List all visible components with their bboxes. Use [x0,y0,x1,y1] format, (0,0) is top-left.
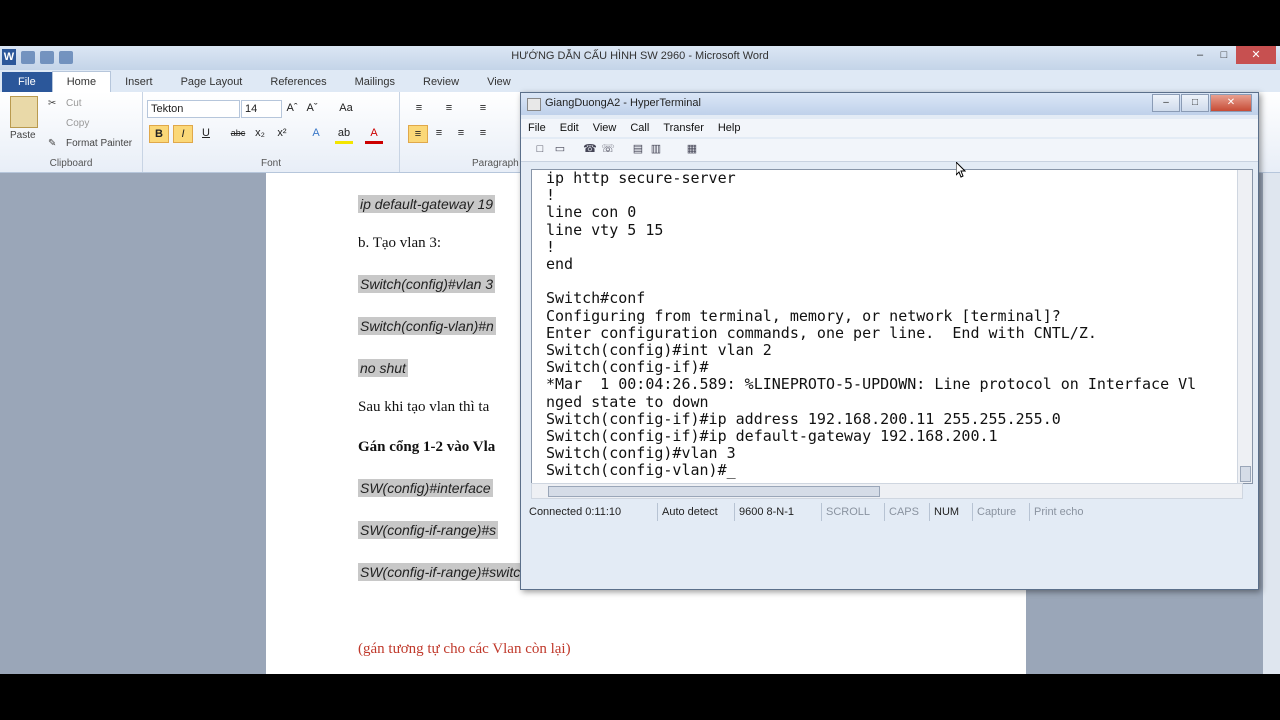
align-center-button[interactable]: ≡ [430,125,448,141]
clipboard-group-label: Clipboard [49,158,93,169]
align-right-button[interactable]: ≡ [452,125,470,141]
send-icon[interactable]: ▤ [631,143,645,156]
doc-line: no shut [358,359,408,377]
align-left-button[interactable]: ≡ [408,125,428,143]
tab-view[interactable]: View [473,72,525,92]
status-print-echo: Print echo [1034,506,1084,518]
justify-button[interactable]: ≡ [474,125,492,141]
clipboard-group: Paste ✂ Cut Copy ✎ Format Painter Clipbo… [0,92,143,172]
status-num: NUM [930,503,973,521]
shrink-font-icon[interactable]: Aˇ [303,100,321,116]
menu-edit[interactable]: Edit [553,119,586,137]
copy-button[interactable]: Copy [66,118,89,129]
status-caps: CAPS [885,503,930,521]
font-name-box[interactable]: Tekton [147,100,240,118]
paste-icon[interactable] [10,96,38,128]
hyperterminal-title-bar: GiangDuongA2 - HyperTerminal – □ ✕ [521,93,1258,115]
change-case-icon[interactable]: Aa [337,100,355,116]
italic-button[interactable]: I [173,125,193,143]
menu-help[interactable]: Help [711,119,748,137]
ht-menu-bar: File Edit View Call Transfer Help [521,119,1258,137]
call-icon[interactable]: ☎ [583,143,597,156]
doc-line: SW(config-if-range)#s [358,521,499,539]
minimize-button[interactable]: – [1188,46,1212,64]
ribbon-tabs: File Home Insert Page Layout References … [0,70,1280,92]
numbering-icon[interactable]: ≡ [440,100,458,116]
tab-file[interactable]: File [2,72,52,92]
properties-icon[interactable]: ▦ [685,143,699,156]
disconnect-icon[interactable]: ☏ [601,143,615,156]
strikethrough-button[interactable]: abc [229,125,247,141]
doc-line: Switch(config)#vlan 3 [358,275,496,293]
multilevel-list-icon[interactable]: ≡ [474,100,492,116]
ht-close-button[interactable]: ✕ [1210,94,1252,112]
document-vertical-scrollbar[interactable] [1263,173,1280,674]
status-scroll: SCROLL [822,503,885,521]
doc-line: b. Tạo vlan 3: [358,235,442,251]
doc-line: Sau khi tạo vlan thì ta [358,399,490,415]
font-group: Tekton 14 Aˆ Aˇ Aa B I U abc x₂ x² A ab … [143,92,400,172]
ht-maximize-button[interactable]: □ [1181,94,1209,112]
grow-font-icon[interactable]: Aˆ [283,100,301,116]
new-connection-icon[interactable]: □ [533,143,547,156]
hyperterminal-window: GiangDuongA2 - HyperTerminal – □ ✕ File … [520,92,1259,590]
tab-home[interactable]: Home [51,71,112,92]
menu-file[interactable]: File [521,119,553,137]
cut-button[interactable]: Cut [66,98,82,109]
tab-references[interactable]: References [256,72,340,92]
receive-icon[interactable]: ▥ [649,143,663,156]
paragraph-group: ≡ ≡ ≡ ≡ ≡ ≡ ≡ Paragraph [400,92,520,172]
ht-minimize-button[interactable]: – [1152,94,1180,112]
format-painter-icon: ✎ [48,138,57,149]
hyperterminal-icon [527,98,541,111]
maximize-button[interactable]: □ [1212,46,1236,64]
cut-icon: ✂ [48,98,57,109]
tab-insert[interactable]: Insert [111,72,167,92]
menu-call[interactable]: Call [623,119,656,137]
doc-line: ip default-gateway 19 [358,195,496,213]
scroll-thumb[interactable] [548,486,880,497]
tab-review[interactable]: Review [409,72,473,92]
status-baud: 9600 8-N-1 [735,503,822,521]
terminal-horizontal-scrollbar[interactable] [531,483,1243,499]
word-title-bar: W HƯỚNG DẪN CẤU HÌNH SW 2960 - Microsoft… [0,46,1280,70]
doc-line: Switch(config-vlan)#n [358,317,496,335]
doc-line: Gán cổng 1-2 vào Vla [358,439,496,455]
bullets-icon[interactable]: ≡ [410,100,428,116]
status-detect: Auto detect [658,503,735,521]
terminal-screen[interactable]: ip http secure-server ! line con 0 line … [531,169,1253,484]
subscript-button[interactable]: x₂ [251,125,269,141]
close-button[interactable]: ✕ [1236,46,1276,64]
open-icon[interactable]: ▭ [553,143,567,156]
scroll-thumb[interactable] [1240,466,1251,482]
menu-transfer[interactable]: Transfer [656,119,711,137]
superscript-button[interactable]: x² [273,125,291,141]
tab-page-layout[interactable]: Page Layout [167,72,257,92]
font-color-icon[interactable]: A [365,125,383,144]
doc-line: (gán tương tự cho các Vlan còn lại) [358,641,571,657]
underline-button[interactable]: U [197,125,215,141]
font-group-label: Font [260,158,281,169]
status-capture: Capture [973,503,1030,521]
text-effects-icon[interactable]: A [307,125,325,141]
screen: W HƯỚNG DẪN CẤU HÌNH SW 2960 - Microsoft… [0,46,1280,674]
ht-toolbar: □ ▭ ☎ ☏ ▤ ▥ ▦ [521,139,1258,162]
bold-button[interactable]: B [149,125,169,143]
paragraph-group-label: Paragraph [472,158,519,169]
highlight-icon[interactable]: ab [335,125,353,144]
format-painter-button[interactable]: Format Painter [66,138,132,149]
ht-status-bar: Connected 0:11:10 Auto detect 9600 8-N-1… [525,503,1254,521]
hyperterminal-title: GiangDuongA2 - HyperTerminal [545,97,701,109]
doc-line: SW(config)#interface [358,479,493,497]
tab-mailings[interactable]: Mailings [341,72,409,92]
font-size-box[interactable]: 14 [241,100,282,118]
mouse-cursor-icon [956,162,966,178]
window-title: HƯỚNG DẪN CẤU HÌNH SW 2960 - Microsoft W… [511,50,769,62]
terminal-output: ip http secure-server ! line con 0 line … [546,169,1197,480]
terminal-vertical-scrollbar[interactable] [1237,170,1252,483]
menu-view[interactable]: View [586,119,624,137]
paste-button[interactable]: Paste [10,130,36,141]
status-connected: Connected 0:11:10 [525,503,658,521]
